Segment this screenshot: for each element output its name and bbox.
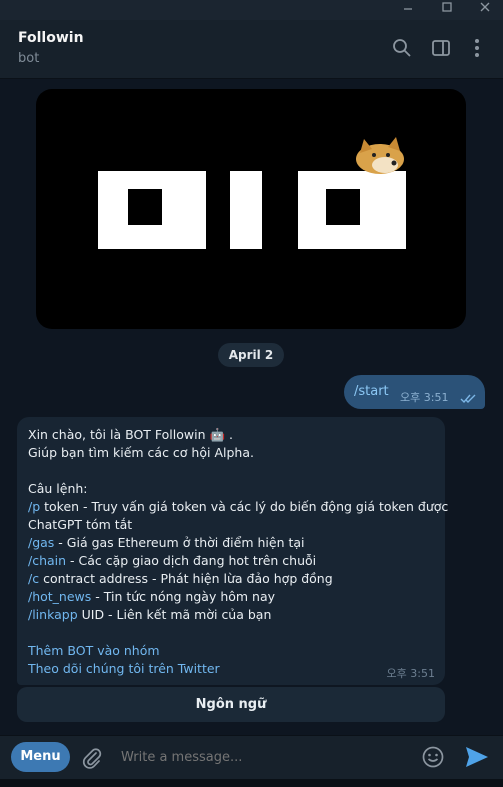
- message-time: 오후 3:51: [386, 667, 435, 680]
- message-composer: Menu: [0, 735, 503, 780]
- command-line: /p token - Truy vấn giá token và các lý …: [28, 499, 449, 514]
- search-icon[interactable]: [391, 37, 413, 59]
- date-badge: April 2: [218, 343, 284, 367]
- double-check-icon: [460, 389, 478, 408]
- outgoing-message[interactable]: /start 오후 3:51: [344, 375, 485, 409]
- add-bot-link[interactable]: Thêm BOT vào nhóm: [28, 643, 160, 658]
- intro-text: Giúp bạn tìm kiếm các cơ hội Alpha.: [28, 445, 254, 460]
- command-line: /hot_news - Tin tức nóng ngày hôm nay: [28, 589, 276, 604]
- sidebar-toggle-icon[interactable]: [430, 37, 452, 59]
- chat-header[interactable]: Followin bot: [0, 20, 503, 79]
- twitter-link[interactable]: Theo dõi chúng tôi trên Twitter: [28, 661, 220, 676]
- commands-header: Câu lệnh:: [28, 481, 88, 496]
- chat-subtitle: bot: [18, 51, 40, 66]
- outgoing-text[interactable]: /start: [354, 384, 389, 399]
- command-line: /c contract address - Phát hiện lừa đảo …: [28, 571, 333, 586]
- emoji-icon[interactable]: [421, 745, 445, 773]
- message-time: 오후 3:51: [400, 391, 449, 404]
- window-bottom-edge: [0, 779, 503, 787]
- command-link[interactable]: /gas: [28, 535, 54, 550]
- command-line: /linkapp UID - Liên kết mã mời của bạn: [28, 607, 272, 622]
- message-input[interactable]: [115, 744, 417, 770]
- language-button[interactable]: Ngôn ngữ: [17, 687, 445, 722]
- command-link[interactable]: /p: [28, 499, 40, 514]
- command-link[interactable]: /hot_news: [28, 589, 91, 604]
- menu-button[interactable]: Menu: [11, 742, 70, 772]
- bot-logo-image[interactable]: [36, 89, 466, 329]
- greeting-text: Xin chào, tôi là BOT Followin 🤖 .: [28, 427, 233, 442]
- attach-icon[interactable]: [80, 746, 104, 774]
- window-titlebar: [0, 0, 503, 20]
- close-icon[interactable]: [470, 0, 500, 20]
- command-line: ChatGPT tóm tắt: [28, 517, 133, 532]
- command-link[interactable]: /c: [28, 571, 39, 586]
- doge-icon: [356, 137, 404, 174]
- send-icon[interactable]: [464, 745, 490, 773]
- minimize-icon[interactable]: [393, 0, 423, 20]
- command-link[interactable]: /chain: [28, 553, 66, 568]
- command-link[interactable]: /linkapp: [28, 607, 78, 622]
- maximize-icon[interactable]: [432, 0, 462, 20]
- command-line: /chain - Các cặp giao dịch đang hot trên…: [28, 553, 317, 568]
- command-line: /gas - Giá gas Ethereum ở thời điểm hiện…: [28, 535, 305, 550]
- incoming-message[interactable]: Xin chào, tôi là BOT Followin 🤖 . Giúp b…: [17, 417, 449, 685]
- more-vert-icon[interactable]: [466, 37, 488, 59]
- chat-title: Followin: [18, 30, 84, 46]
